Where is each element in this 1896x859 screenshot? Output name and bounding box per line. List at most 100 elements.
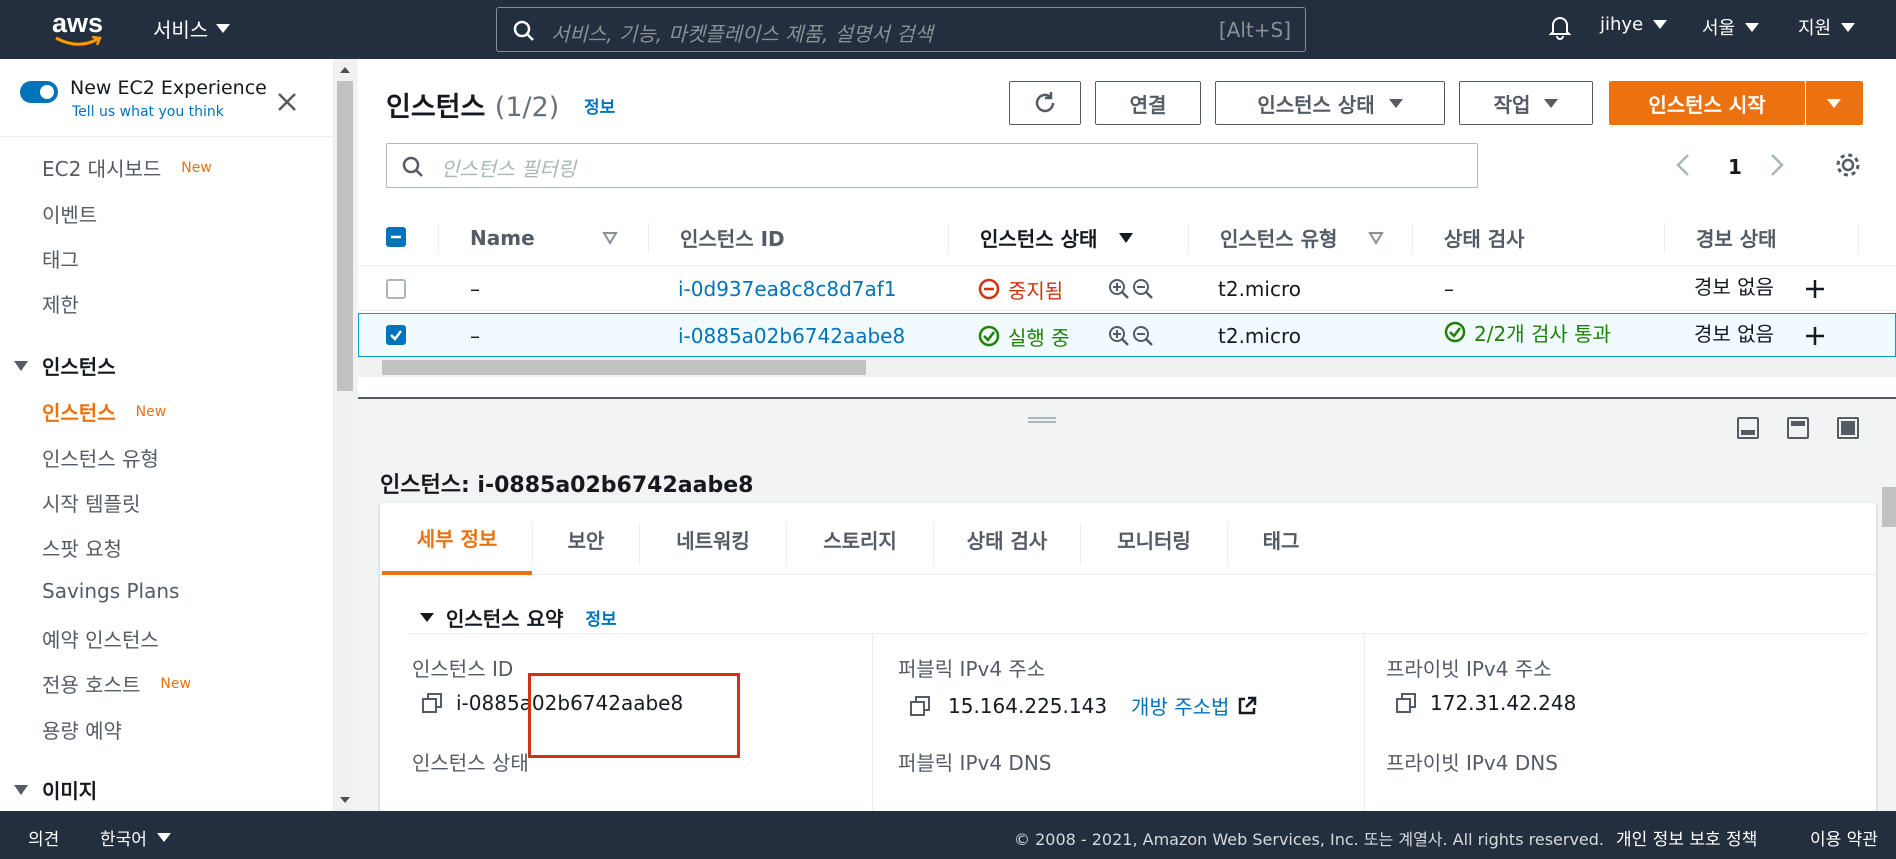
- row-checkbox[interactable]: [386, 325, 406, 345]
- copy-icon[interactable]: [910, 695, 930, 716]
- panel-full-icon[interactable]: [1837, 417, 1859, 439]
- copy-icon[interactable]: [1396, 693, 1416, 713]
- add-alarm-icon[interactable]: [1804, 267, 1826, 311]
- column-header-name[interactable]: Name: [470, 209, 535, 266]
- open-address-link[interactable]: 개방 주소법: [1131, 691, 1257, 720]
- annotation-highlight-box: [528, 673, 740, 758]
- tab-label: 네트워킹: [676, 528, 750, 553]
- info-link[interactable]: 정보: [585, 605, 616, 630]
- close-icon[interactable]: [276, 91, 298, 117]
- panel-side-icon[interactable]: [1787, 417, 1809, 439]
- column-header-status-check[interactable]: 상태 검사: [1444, 209, 1525, 266]
- instance-summary-section[interactable]: 인스턴스 요약 정보: [420, 603, 617, 632]
- sidebar-scrollbar[interactable]: [334, 59, 356, 811]
- sidebar-item-capacity-reservations[interactable]: 용량 예약: [42, 715, 122, 744]
- column-header-instance-id[interactable]: 인스턴스 ID: [680, 209, 785, 266]
- instance-state-button[interactable]: 인스턴스 상태: [1215, 81, 1445, 125]
- scrollbar-thumb[interactable]: [382, 360, 866, 375]
- next-page-icon[interactable]: [1770, 153, 1784, 182]
- zoom-out-icon[interactable]: [1132, 278, 1154, 300]
- prev-page-icon[interactable]: [1676, 153, 1690, 182]
- aws-logo[interactable]: aws: [52, 10, 104, 50]
- sidebar-item-dedicated-hosts[interactable]: 전용 호스트 New: [42, 669, 191, 698]
- sidebar-item-instances[interactable]: 인스턴스 New: [42, 397, 166, 426]
- page-title-text: 인스턴스: [386, 92, 486, 123]
- refresh-button[interactable]: [1009, 81, 1081, 125]
- language-select[interactable]: 한국어: [100, 825, 171, 850]
- panel-bottom-icon[interactable]: [1737, 417, 1759, 439]
- services-menu[interactable]: 서비스: [153, 14, 231, 43]
- actions-button[interactable]: 작업: [1459, 81, 1593, 125]
- sidebar-item-label: 인스턴스: [42, 401, 116, 425]
- tab-networking[interactable]: 네트워킹: [640, 503, 786, 575]
- zoom-out-icon[interactable]: [1132, 325, 1154, 347]
- scroll-up-icon[interactable]: [340, 67, 350, 73]
- page-number[interactable]: 1: [1728, 155, 1742, 179]
- tab-tags[interactable]: 태그: [1228, 503, 1334, 575]
- scrollbar-thumb[interactable]: [337, 81, 353, 391]
- new-badge: New: [135, 403, 167, 420]
- terms-link[interactable]: 이용 약관: [1810, 825, 1878, 850]
- support-menu[interactable]: 지원: [1798, 14, 1856, 40]
- row-checkbox[interactable]: [386, 279, 406, 299]
- divider: [0, 136, 333, 137]
- zoom-in-icon[interactable]: [1108, 278, 1130, 300]
- sidebar-item-reserved-instances[interactable]: 예약 인스턴스: [42, 624, 159, 653]
- privacy-policy-link[interactable]: 개인 정보 보호 정책: [1616, 825, 1757, 850]
- section-label: 이미지: [42, 779, 98, 803]
- table-horizontal-scrollbar[interactable]: [358, 357, 1896, 377]
- tab-details[interactable]: 세부 정보: [382, 503, 532, 575]
- selection-count: (1/2): [494, 92, 560, 123]
- sidebar-section-instances[interactable]: 인스턴스: [14, 351, 116, 380]
- caret-down-icon: [216, 24, 231, 33]
- sidebar-section-images[interactable]: 이미지: [14, 775, 97, 804]
- new-badge: New: [160, 675, 191, 692]
- launch-dropdown-button[interactable]: [1805, 81, 1863, 125]
- bell-icon[interactable]: [1548, 14, 1572, 44]
- sort-icon[interactable]: [1368, 231, 1384, 245]
- select-all-checkbox[interactable]: [386, 227, 406, 247]
- sidebar-item-instance-types[interactable]: 인스턴스 유형: [42, 443, 159, 472]
- feedback-link[interactable]: 의견: [28, 825, 59, 850]
- instance-id-link[interactable]: i-0d937ea8c8c8d7af1: [678, 267, 897, 311]
- sort-icon[interactable]: [602, 231, 618, 245]
- add-alarm-icon[interactable]: [1804, 314, 1826, 358]
- table-row[interactable]: – i-0885a02b6742aabe8 실행 중 t2.micro 2/2개…: [358, 313, 1896, 357]
- cell-name: –: [470, 277, 480, 301]
- tab-security[interactable]: 보안: [533, 503, 639, 575]
- feedback-link[interactable]: Tell us what you think: [72, 104, 224, 120]
- info-link[interactable]: 정보: [584, 93, 615, 118]
- user-menu[interactable]: jihye: [1600, 14, 1668, 35]
- column-header-instance-state[interactable]: 인스턴스 상태: [980, 209, 1134, 266]
- tab-storage[interactable]: 스토리지: [787, 503, 933, 575]
- sidebar-item-tags[interactable]: 태그: [42, 244, 79, 273]
- scroll-down-icon[interactable]: [340, 797, 350, 803]
- sidebar-item-spot-requests[interactable]: 스팟 요청: [42, 533, 122, 562]
- sidebar-item-limits[interactable]: 제한: [42, 289, 79, 318]
- column-header-alarm-status[interactable]: 경보 상태: [1696, 209, 1777, 266]
- search-placeholder: 서비스, 기능, 마켓플레이스 제품, 설명서 검색: [551, 22, 934, 46]
- tab-monitoring[interactable]: 모니터링: [1081, 503, 1227, 575]
- page-scrollbar-thumb[interactable]: [1882, 487, 1896, 527]
- launch-instances-button[interactable]: 인스턴스 시작: [1609, 81, 1805, 125]
- actions-label: 작업: [1493, 92, 1531, 117]
- resize-handle[interactable]: [1028, 417, 1056, 423]
- sidebar-item-events[interactable]: 이벤트: [42, 199, 97, 228]
- table-row[interactable]: – i-0d937ea8c8c8d7af1 중지됨 t2.micro – 경보 …: [358, 267, 1896, 311]
- connect-button[interactable]: 연결: [1095, 81, 1201, 125]
- copy-icon[interactable]: [422, 693, 442, 713]
- tab-status-checks[interactable]: 상태 검사: [934, 503, 1080, 575]
- global-search-input[interactable]: 서비스, 기능, 마켓플레이스 제품, 설명서 검색 [Alt+S]: [496, 7, 1306, 52]
- column-header-instance-type[interactable]: 인스턴스 유형: [1220, 209, 1337, 266]
- tab-label: 태그: [1262, 528, 1300, 553]
- toggle-switch[interactable]: [20, 81, 58, 103]
- state-label: 중지됨: [1008, 278, 1064, 303]
- zoom-in-icon[interactable]: [1108, 325, 1130, 347]
- region-menu[interactable]: 서울: [1702, 14, 1760, 40]
- instance-filter-input[interactable]: 인스턴스 필터링: [386, 143, 1478, 188]
- instance-id-link[interactable]: i-0885a02b6742aabe8: [678, 314, 905, 358]
- sidebar-item-launch-templates[interactable]: 시작 템플릿: [42, 488, 140, 517]
- sidebar-item-savings-plans[interactable]: Savings Plans: [42, 579, 179, 603]
- sidebar-item-ec2-dashboard[interactable]: EC2 대시보드 New: [42, 153, 212, 182]
- settings-gear-icon[interactable]: [1834, 151, 1862, 184]
